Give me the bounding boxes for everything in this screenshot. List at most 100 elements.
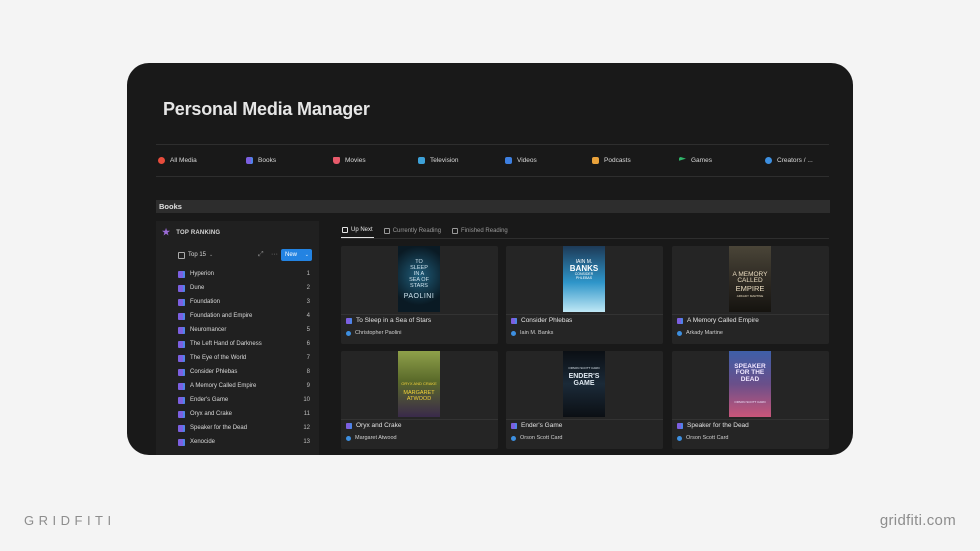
book-cover: TO SLEEP IN A SEA OF STARS PAOLINI <box>398 246 440 312</box>
cover-area: ORSON SCOTT CARD ENDER'S GAME <box>506 351 663 419</box>
new-button[interactable]: New ⌄ <box>281 249 312 261</box>
cover-title-line: DEAD <box>740 375 760 383</box>
card-title-text: Ender's Game <box>521 422 563 429</box>
book-icon <box>677 422 683 429</box>
tab-up-next[interactable]: Up Next <box>341 223 374 238</box>
book-card[interactable]: ORSON SCOTT CARD ENDER'S GAME Ender's Ga… <box>506 351 663 449</box>
book-icon <box>346 317 352 324</box>
list-item[interactable]: Foundation and Empire 4 <box>178 310 310 322</box>
list-item-title: Foundation and Empire <box>190 313 253 319</box>
list-item[interactable]: The Left Hand of Darkness 6 <box>178 338 310 350</box>
star-icon: ★ <box>162 227 171 237</box>
list-item-title: Hyperion <box>190 271 215 277</box>
book-icon <box>178 284 185 292</box>
card-title: Ender's Game <box>511 422 562 429</box>
list-item[interactable]: Consider Phlebas 8 <box>178 366 310 378</box>
card-author: Orson Scott Card <box>511 435 563 441</box>
book-icon <box>178 312 185 320</box>
book-icon <box>511 317 517 324</box>
nav-item-label: Books <box>258 156 277 164</box>
list-item[interactable]: A Memory Called Empire 9 <box>178 380 310 392</box>
page-title: Personal Media Manager <box>163 99 370 119</box>
list-item-title: Dune <box>190 285 205 291</box>
card-author-text: Iain M. Banks <box>520 330 554 336</box>
nav-item-books[interactable]: Books <box>246 150 276 170</box>
chevron-down-icon[interactable]: ⌄ <box>305 249 309 261</box>
person-icon <box>677 435 682 441</box>
list-item[interactable]: The Eye of the World 7 <box>178 352 310 364</box>
expand-icon[interactable]: ⤢ <box>258 249 264 261</box>
nav-item-creators[interactable]: Creators / ... <box>765 150 813 170</box>
book-icon <box>178 368 185 376</box>
list-item-rank: 4 <box>306 313 310 319</box>
card-author: Iain M. Banks <box>511 330 553 336</box>
view-tabs: Up Next Currently Reading Finished Readi… <box>341 223 509 238</box>
app-window: Personal Media Manager All Media Books M… <box>127 63 853 455</box>
list-item-title: A Memory Called Empire <box>190 383 257 389</box>
television-icon <box>418 156 425 164</box>
nav-item-label: Television <box>430 156 459 164</box>
cover-title-line: GAME <box>573 380 595 387</box>
list-item[interactable]: Neuromancer 5 <box>178 324 310 336</box>
nav-item-television[interactable]: Television <box>418 150 459 170</box>
card-divider <box>672 419 829 420</box>
book-icon <box>178 424 185 432</box>
list-item-rank: 13 <box>303 439 310 445</box>
popcorn-icon <box>333 156 340 164</box>
tab-currently-reading[interactable]: Currently Reading <box>383 223 442 238</box>
nav-item-label: Movies <box>345 156 366 164</box>
list-item[interactable]: Speaker for the Dead 12 <box>178 422 310 434</box>
tab-finished-reading[interactable]: Finished Reading <box>451 223 509 238</box>
book-card[interactable]: TO SLEEP IN A SEA OF STARS PAOLINI To Sl… <box>341 246 498 344</box>
card-title: Oryx and Crake <box>346 422 402 429</box>
list-item-rank: 10 <box>303 397 310 403</box>
list-item[interactable]: Hyperion 1 <box>178 268 310 280</box>
tab-label: Up Next <box>351 227 373 233</box>
nav-item-videos[interactable]: Videos <box>505 150 537 170</box>
book-card[interactable]: A MEMORY CALLED EMPIRE ARKADY MARTINE A … <box>672 246 829 344</box>
card-title: To Sleep in a Sea of Stars <box>346 317 431 324</box>
book-cover: SPEAKER FOR THE DEAD ORSON SCOTT CARD <box>729 351 771 417</box>
card-author: Margaret Atwood <box>346 435 397 441</box>
list-item[interactable]: Oryx and Crake 11 <box>178 408 310 420</box>
list-item-rank: 3 <box>306 299 310 305</box>
nav-item-label: All Media <box>170 156 197 164</box>
list-item-title: Foundation <box>190 299 221 305</box>
card-divider <box>341 314 498 315</box>
nav-item-podcasts[interactable]: Podcasts <box>592 150 631 170</box>
list-item-title: The Left Hand of Darkness <box>190 341 262 347</box>
view-selector[interactable]: Top 15 ⌄ <box>178 249 213 261</box>
card-author: Arkady Martine <box>677 330 723 336</box>
creators-icon <box>765 156 772 164</box>
book-icon <box>178 410 185 418</box>
nav-item-all-media[interactable]: All Media <box>158 150 197 170</box>
more-options-icon[interactable]: ··· <box>271 249 278 261</box>
book-card[interactable]: ORYX AND CRAKE MARGARET ATWOOD Oryx and … <box>341 351 498 449</box>
card-author-text: Orson Scott Card <box>686 435 729 441</box>
list-item-title: Xenocide <box>190 439 216 445</box>
list-item-title: Oryx and Crake <box>190 411 233 417</box>
books-icon <box>246 156 253 164</box>
brand-wordmark: GRIDFITI <box>24 513 116 528</box>
card-author: Orson Scott Card <box>677 435 729 441</box>
top-ranking-label: TOP RANKING <box>176 229 221 236</box>
list-item-rank: 8 <box>306 369 310 375</box>
list-item-rank: 11 <box>303 411 310 417</box>
cover-area: ORYX AND CRAKE MARGARET ATWOOD <box>341 351 498 419</box>
list-item[interactable]: Dune 2 <box>178 282 310 294</box>
list-item[interactable]: Xenocide 13 <box>178 436 310 448</box>
podcasts-icon <box>592 156 599 164</box>
book-card[interactable]: SPEAKER FOR THE DEAD ORSON SCOTT CARD Sp… <box>672 351 829 449</box>
view-toolbar: Top 15 ⌄ ⤢ ··· New ⌄ <box>178 249 312 261</box>
cover-title-line: PHLEBAS <box>575 275 593 280</box>
nav-item-games[interactable]: Games <box>679 150 712 170</box>
person-icon <box>346 435 351 441</box>
list-item[interactable]: Ender's Game 10 <box>178 394 310 406</box>
nav-item-label: Creators / ... <box>777 156 813 164</box>
list-item-rank: 12 <box>303 425 310 431</box>
card-divider <box>672 314 829 315</box>
book-icon <box>178 298 185 306</box>
list-item[interactable]: Foundation 3 <box>178 296 310 308</box>
book-card[interactable]: IAIN M. BANKS CONSIDER PHLEBAS Consider … <box>506 246 663 344</box>
nav-item-movies[interactable]: Movies <box>333 150 366 170</box>
